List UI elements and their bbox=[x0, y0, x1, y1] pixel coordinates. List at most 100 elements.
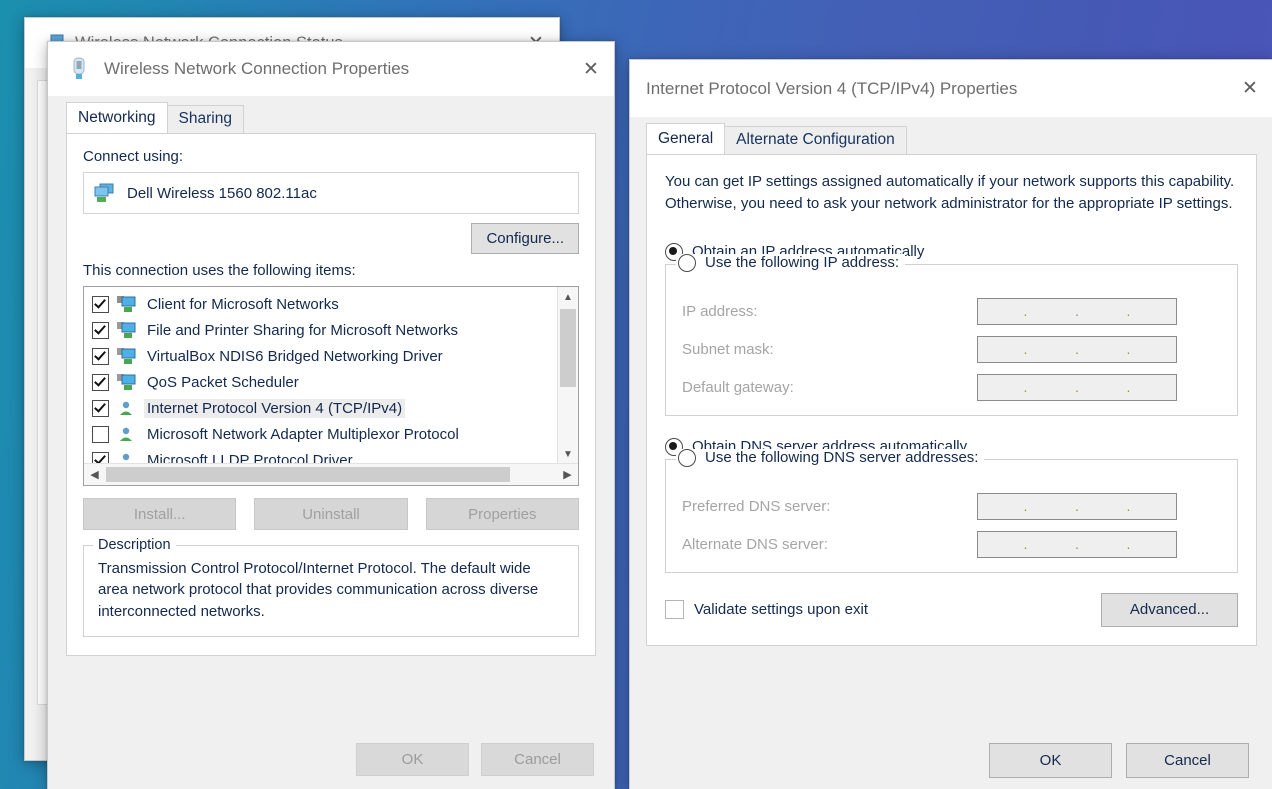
item-action-buttons: Install... Uninstall Properties bbox=[83, 498, 579, 530]
advanced-button[interactable]: Advanced... bbox=[1101, 593, 1238, 627]
ip-octet-1[interactable] bbox=[978, 299, 1022, 324]
use-following-ip-option[interactable]: Use the following IP address: bbox=[676, 254, 905, 272]
list-vertical-scrollbar[interactable]: ▲ ▼ bbox=[557, 287, 578, 464]
horizontal-scroll-thumb[interactable] bbox=[106, 467, 510, 482]
subnet-mask-input[interactable]: ... bbox=[977, 336, 1177, 363]
list-item-label: QoS Packet Scheduler bbox=[144, 373, 302, 392]
vertical-scroll-thumb[interactable] bbox=[560, 309, 576, 387]
wireless-props-footer: OK Cancel bbox=[48, 728, 614, 789]
install-button[interactable]: Install... bbox=[83, 498, 236, 530]
ipv4-properties-dialog[interactable]: Internet Protocol Version 4 (TCP/IPv4) P… bbox=[629, 59, 1272, 789]
adapter-display: Dell Wireless 1560 802.11ac bbox=[83, 172, 579, 214]
scroll-up-icon[interactable]: ▲ bbox=[558, 287, 578, 307]
use-following-dns-label: Use the following DNS server addresses: bbox=[705, 449, 978, 466]
manual-dns-group: Use the following DNS server addresses: … bbox=[665, 459, 1238, 573]
network-service-icon bbox=[117, 322, 136, 339]
item-checkbox[interactable] bbox=[92, 426, 109, 443]
ip-octet-1[interactable] bbox=[978, 494, 1022, 519]
wireless-ok-button[interactable]: OK bbox=[356, 743, 469, 776]
ipv4-cancel-button[interactable]: Cancel bbox=[1126, 743, 1249, 778]
wireless-cancel-button[interactable]: Cancel bbox=[481, 743, 594, 776]
description-group-title: Description bbox=[93, 537, 176, 553]
use-following-dns-option[interactable]: Use the following DNS server addresses: bbox=[676, 449, 984, 467]
network-items-list: Client for Microsoft Networks File and P… bbox=[84, 287, 558, 464]
ip-octet-1[interactable] bbox=[978, 337, 1022, 362]
ip-octet-2[interactable] bbox=[1030, 532, 1074, 557]
wireless-network-connection-properties-dialog[interactable]: Wireless Network Connection Properties ✕… bbox=[47, 41, 615, 789]
ip-octet-4[interactable] bbox=[1133, 532, 1177, 557]
alternate-dns-label: Alternate DNS server: bbox=[682, 536, 977, 553]
list-item-label: Microsoft Network Adapter Multiplexor Pr… bbox=[144, 425, 462, 444]
wireless-props-titlebar: Wireless Network Connection Properties ✕ bbox=[48, 42, 614, 97]
default-gateway-input[interactable]: ... bbox=[977, 374, 1177, 401]
wireless-props-tabstrip: Networking Sharing bbox=[66, 105, 614, 133]
uninstall-button[interactable]: Uninstall bbox=[254, 498, 407, 530]
ip-octet-1[interactable] bbox=[978, 532, 1022, 557]
network-protocol-icon bbox=[117, 426, 136, 443]
tab-sharing[interactable]: Sharing bbox=[167, 105, 244, 133]
ip-dot: . bbox=[1125, 532, 1133, 557]
list-item[interactable]: Microsoft Network Adapter Multiplexor Pr… bbox=[89, 421, 558, 447]
alternate-dns-input[interactable]: ... bbox=[977, 531, 1177, 558]
list-horizontal-scrollbar[interactable]: ◀ ▶ bbox=[84, 463, 578, 485]
configure-button[interactable]: Configure... bbox=[471, 223, 579, 254]
tab-general[interactable]: General bbox=[646, 123, 725, 154]
item-checkbox[interactable] bbox=[92, 348, 109, 365]
ip-octet-3[interactable] bbox=[1081, 494, 1125, 519]
ip-octet-2[interactable] bbox=[1030, 337, 1074, 362]
ip-octet-4[interactable] bbox=[1133, 494, 1177, 519]
subnet-mask-label: Subnet mask: bbox=[682, 341, 977, 358]
default-gateway-label: Default gateway: bbox=[682, 379, 977, 396]
validate-settings-checkbox[interactable] bbox=[665, 600, 684, 619]
use-following-dns-radio[interactable] bbox=[678, 449, 696, 467]
list-item-selected[interactable]: Internet Protocol Version 4 (TCP/IPv4) bbox=[89, 395, 558, 421]
item-checkbox[interactable] bbox=[92, 296, 109, 313]
ip-octet-2[interactable] bbox=[1030, 375, 1074, 400]
item-checkbox[interactable] bbox=[92, 374, 109, 391]
ip-octet-4[interactable] bbox=[1133, 299, 1177, 324]
list-item[interactable]: File and Printer Sharing for Microsoft N… bbox=[89, 317, 558, 343]
default-gateway-row: Default gateway: ... bbox=[682, 374, 1221, 401]
ip-dot: . bbox=[1125, 375, 1133, 400]
ip-dot: . bbox=[1022, 494, 1030, 519]
list-item[interactable]: Client for Microsoft Networks bbox=[89, 291, 558, 317]
ipv4-ok-button[interactable]: OK bbox=[989, 743, 1112, 778]
ip-octet-3[interactable] bbox=[1081, 299, 1125, 324]
ip-dot: . bbox=[1073, 337, 1081, 362]
properties-button[interactable]: Properties bbox=[426, 498, 579, 530]
manual-ip-group: Use the following IP address: IP address… bbox=[665, 264, 1238, 416]
wireless-props-title: Wireless Network Connection Properties bbox=[48, 59, 409, 79]
adapter-name: Dell Wireless 1560 802.11ac bbox=[127, 185, 317, 202]
item-checkbox[interactable] bbox=[92, 322, 109, 339]
preferred-dns-input[interactable]: ... bbox=[977, 493, 1177, 520]
tab-alternate-configuration[interactable]: Alternate Configuration bbox=[724, 126, 907, 154]
wireless-adapter-icon bbox=[70, 57, 88, 81]
ip-octet-3[interactable] bbox=[1081, 532, 1125, 557]
scroll-down-icon[interactable]: ▼ bbox=[558, 444, 578, 464]
list-item[interactable]: VirtualBox NDIS6 Bridged Networking Driv… bbox=[89, 343, 558, 369]
validate-settings-option[interactable]: Validate settings upon exit bbox=[665, 600, 868, 619]
item-checkbox[interactable] bbox=[92, 400, 109, 417]
network-service-icon bbox=[117, 348, 136, 365]
ip-octet-3[interactable] bbox=[1081, 337, 1125, 362]
scroll-right-icon[interactable]: ▶ bbox=[557, 468, 578, 481]
wireless-props-close-icon[interactable]: ✕ bbox=[568, 42, 614, 96]
tab-networking[interactable]: Networking bbox=[66, 102, 168, 133]
ip-settings-intro-text: You can get IP settings assigned automat… bbox=[665, 171, 1238, 215]
network-service-icon bbox=[117, 374, 136, 391]
list-item[interactable]: QoS Packet Scheduler bbox=[89, 369, 558, 395]
ip-octet-2[interactable] bbox=[1030, 299, 1074, 324]
ip-address-row: IP address: ... bbox=[682, 298, 1221, 325]
ip-octet-3[interactable] bbox=[1081, 375, 1125, 400]
use-following-ip-radio[interactable] bbox=[678, 254, 696, 272]
list-item-label: Internet Protocol Version 4 (TCP/IPv4) bbox=[144, 399, 405, 418]
validate-settings-label: Validate settings upon exit bbox=[694, 601, 868, 618]
scroll-left-icon[interactable]: ◀ bbox=[84, 468, 105, 481]
ip-address-input[interactable]: ... bbox=[977, 298, 1177, 325]
ipv4-props-close-icon[interactable]: ✕ bbox=[1227, 60, 1272, 117]
network-items-listbox[interactable]: Client for Microsoft Networks File and P… bbox=[83, 286, 579, 486]
ip-octet-4[interactable] bbox=[1133, 375, 1177, 400]
ip-octet-4[interactable] bbox=[1133, 337, 1177, 362]
ip-octet-1[interactable] bbox=[978, 375, 1022, 400]
ip-octet-2[interactable] bbox=[1030, 494, 1074, 519]
